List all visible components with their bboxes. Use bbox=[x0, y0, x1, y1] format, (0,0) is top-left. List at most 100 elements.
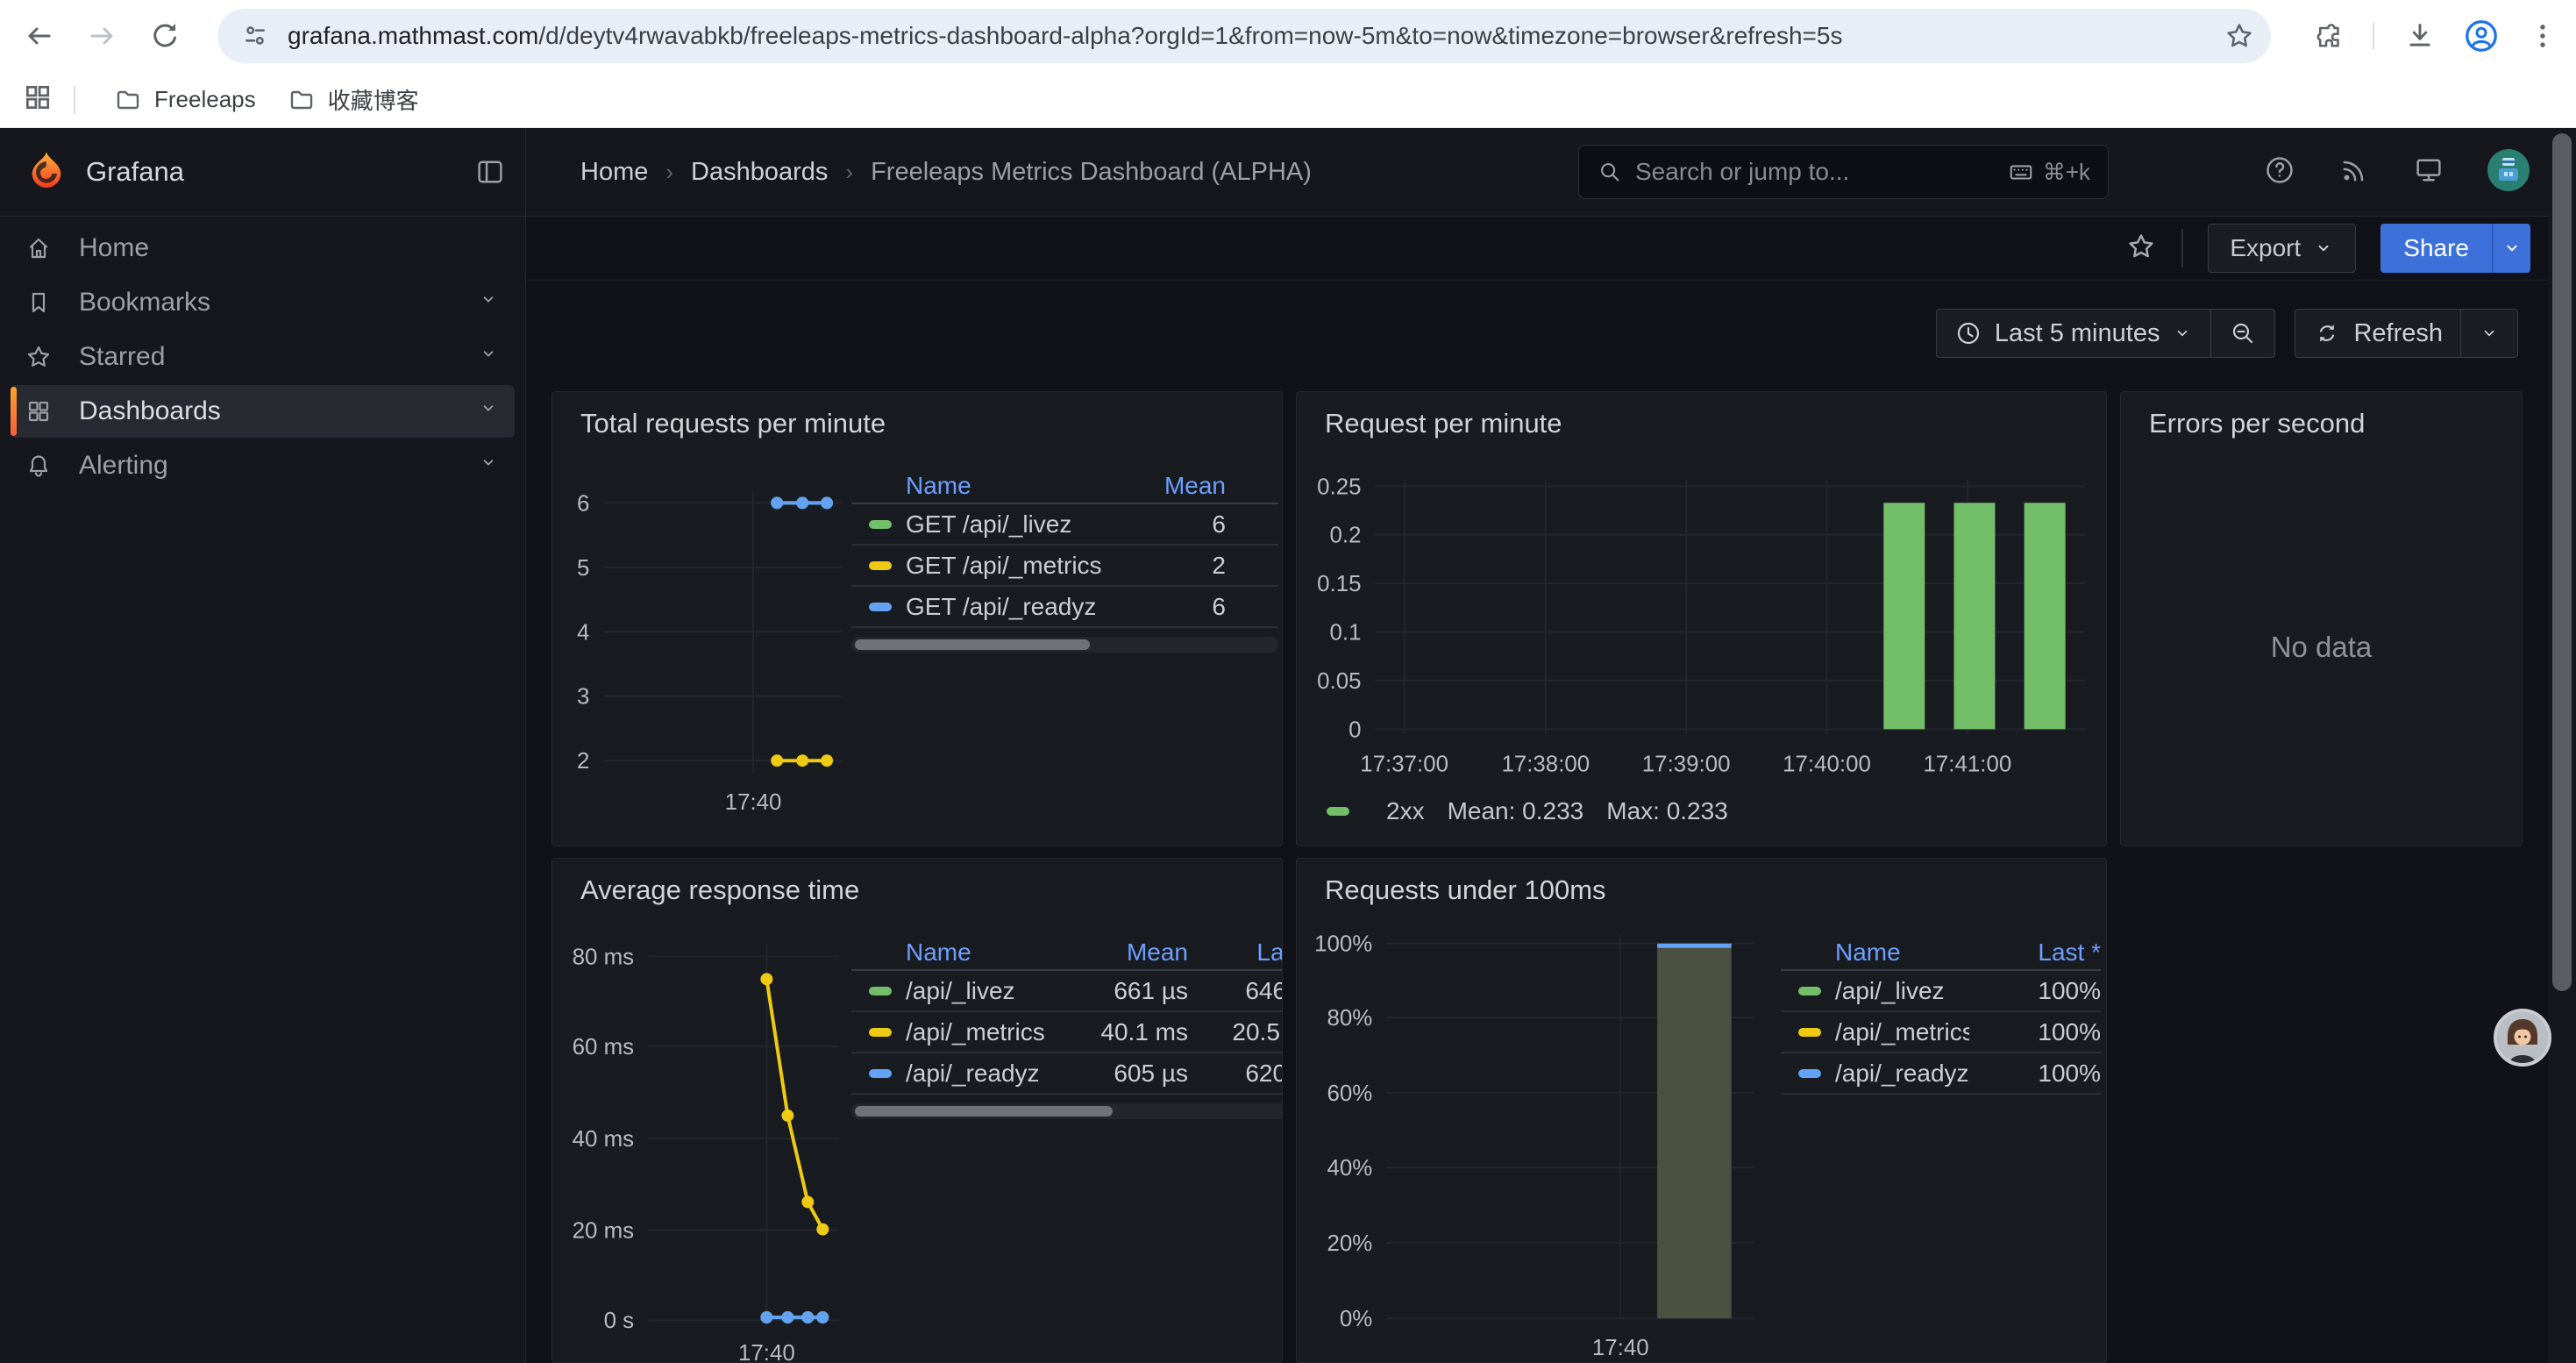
bookmarks-bar: Freeleaps 收藏博客 bbox=[0, 72, 2576, 128]
chevron-down-icon bbox=[2501, 238, 2523, 259]
chevron-down-icon[interactable] bbox=[476, 287, 501, 318]
bar-chart[interactable]: 0.250.20.150.10.05017:37:0017:38:0017:39… bbox=[1297, 392, 2106, 846]
svg-text:100%: 100% bbox=[1314, 932, 1372, 957]
time-range-picker[interactable]: Last 5 minutes bbox=[1937, 310, 2211, 357]
series-value: 661 µs bbox=[1083, 977, 1188, 1005]
legend-column-header[interactable]: Name bbox=[1835, 938, 1969, 967]
bookmark-star-button[interactable] bbox=[2222, 18, 2257, 54]
star-icon bbox=[2224, 20, 2255, 52]
chevron-down-icon[interactable] bbox=[476, 450, 501, 482]
folder-icon bbox=[288, 86, 316, 114]
back-button[interactable] bbox=[13, 10, 66, 62]
series-value: 620 µs bbox=[1188, 1060, 1283, 1088]
bell-icon bbox=[25, 452, 53, 480]
refresh-interval-button[interactable] bbox=[2460, 310, 2517, 357]
downloads-button[interactable] bbox=[2402, 18, 2437, 54]
legend-scrollbar[interactable] bbox=[851, 637, 1278, 653]
apps-grid-icon bbox=[23, 82, 53, 112]
legend-scrollbar[interactable] bbox=[851, 1103, 1283, 1119]
chevron-down-icon bbox=[2172, 323, 2193, 344]
svg-text:4: 4 bbox=[577, 620, 589, 645]
legend-row[interactable]: /api/_readyz605 µs620 µs bbox=[851, 1053, 1283, 1095]
legend-row[interactable]: /api/_livez100% bbox=[1781, 971, 2101, 1012]
breadcrumb-home[interactable]: Home bbox=[580, 158, 648, 187]
kiosk-mode-button[interactable] bbox=[2413, 154, 2444, 190]
scrollbar-thumb[interactable] bbox=[2552, 133, 2572, 991]
svg-text:17:41:00: 17:41:00 bbox=[1924, 752, 2012, 776]
series-name: GET /api/_metrics bbox=[906, 552, 1121, 580]
url-bar[interactable]: grafana.mathmast.com/d/deytv4rwavabkb/fr… bbox=[217, 9, 2271, 63]
browser-menu-button[interactable] bbox=[2525, 18, 2560, 54]
legend-row[interactable]: GET /api/_livez6 bbox=[851, 504, 1278, 546]
refresh-icon bbox=[2313, 319, 2341, 347]
series-name: /api/_metrics bbox=[906, 1018, 1083, 1046]
share-button[interactable]: Share bbox=[2380, 224, 2492, 273]
legend-column-header[interactable]: Last * bbox=[1969, 938, 2101, 967]
search-bar[interactable]: ⌘+k bbox=[1578, 145, 2109, 199]
svg-text:17:40: 17:40 bbox=[738, 1341, 795, 1362]
svg-text:17:38:00: 17:38:00 bbox=[1501, 752, 1590, 776]
panel-title[interactable]: Errors per second bbox=[2149, 408, 2365, 439]
panel-request-per-minute: Request per minute 0.250.20.150.10.05017… bbox=[1296, 391, 2107, 846]
legend-scrollbar-thumb[interactable] bbox=[855, 639, 1090, 650]
dashboards-grid-icon bbox=[25, 397, 53, 425]
collapse-sidebar-button[interactable] bbox=[474, 156, 506, 192]
panel-requests-under-100ms: Requests under 100ms 100%80%60%40%20%0%1… bbox=[1296, 858, 2107, 1363]
legend-column-header[interactable]: Mean bbox=[1121, 472, 1226, 500]
sidebar-item-starred[interactable]: Starred bbox=[11, 331, 515, 383]
bookmark-label: Freeleaps bbox=[154, 86, 256, 113]
chevron-down-icon[interactable] bbox=[476, 396, 501, 427]
news-button[interactable] bbox=[2338, 154, 2370, 190]
legend-column-header[interactable]: Mean bbox=[1083, 938, 1188, 967]
svg-text:0.05: 0.05 bbox=[1317, 669, 1361, 694]
legend-column-header[interactable]: Name bbox=[906, 472, 1121, 500]
breadcrumb-dashboards[interactable]: Dashboards bbox=[691, 158, 828, 187]
svg-text:17:40:00: 17:40:00 bbox=[1783, 752, 1871, 776]
chevron-down-icon[interactable] bbox=[476, 341, 501, 373]
export-button[interactable]: Export bbox=[2208, 224, 2356, 273]
legend-scrollbar-thumb[interactable] bbox=[855, 1106, 1113, 1117]
legend-inline[interactable]: 2xx Mean: 0.233 Max: 0.233 bbox=[1327, 797, 1728, 825]
star-dashboard-button[interactable] bbox=[2125, 231, 2157, 267]
legend-column-header[interactable]: Last * bbox=[1188, 938, 1283, 967]
bookmark-folder-freeleaps[interactable]: Freeleaps bbox=[98, 79, 272, 121]
apps-grid-button[interactable] bbox=[23, 82, 53, 117]
legend-row[interactable]: GET /api/_readyz6 bbox=[851, 587, 1278, 628]
header-icons bbox=[2264, 128, 2530, 216]
panel-average-response-time: Average response time 80 ms60 ms40 ms20 … bbox=[551, 858, 1283, 1363]
user-avatar[interactable] bbox=[2487, 149, 2530, 196]
sidebar-item-label: Dashboards bbox=[79, 396, 221, 426]
site-settings-icon[interactable] bbox=[240, 21, 270, 51]
bookmark-folder-blogs[interactable]: 收藏博客 bbox=[272, 76, 435, 123]
grafana-logo[interactable] bbox=[25, 150, 68, 194]
search-input[interactable] bbox=[1635, 158, 1996, 186]
sidebar-item-alerting[interactable]: Alerting bbox=[11, 439, 515, 492]
chevron-down-icon bbox=[2479, 323, 2500, 344]
sidebar-item-home[interactable]: Home bbox=[11, 222, 515, 275]
svg-text:3: 3 bbox=[577, 685, 589, 710]
svg-text:0.2: 0.2 bbox=[1330, 524, 1362, 548]
extensions-button[interactable] bbox=[2309, 18, 2344, 54]
sidebar-item-bookmarks[interactable]: Bookmarks bbox=[11, 276, 515, 329]
grafana-header-left: Grafana bbox=[0, 128, 526, 216]
download-icon bbox=[2404, 20, 2436, 52]
share-menu-button[interactable] bbox=[2492, 224, 2530, 273]
sidebar-item-dashboards[interactable]: Dashboards bbox=[11, 385, 515, 438]
profile-button[interactable] bbox=[2464, 18, 2499, 54]
legend-row[interactable]: GET /api/_metrics2 bbox=[851, 546, 1278, 587]
legend-row[interactable]: /api/_metrics100% bbox=[1781, 1012, 2101, 1053]
series-color-pill bbox=[869, 1069, 892, 1078]
help-button[interactable] bbox=[2264, 154, 2295, 190]
legend-row[interactable]: /api/_livez661 µs646 µs bbox=[851, 971, 1283, 1012]
bar-chart[interactable]: 100%80%60%40%20%0%17:40 bbox=[1297, 859, 2106, 1362]
page-scrollbar[interactable] bbox=[2548, 128, 2576, 1363]
forward-button[interactable] bbox=[75, 10, 128, 62]
reload-button[interactable] bbox=[139, 10, 191, 62]
assistant-avatar[interactable] bbox=[2494, 1009, 2551, 1067]
legend-row[interactable]: /api/_readyz100% bbox=[1781, 1053, 2101, 1095]
zoom-out-button[interactable] bbox=[2210, 310, 2274, 357]
refresh-button[interactable]: Refresh bbox=[2295, 310, 2460, 357]
legend-row[interactable]: /api/_metrics40.1 ms20.5 ms bbox=[851, 1012, 1283, 1053]
legend-column-header[interactable]: Name bbox=[906, 938, 1083, 967]
toolbar-divider bbox=[2373, 23, 2374, 49]
